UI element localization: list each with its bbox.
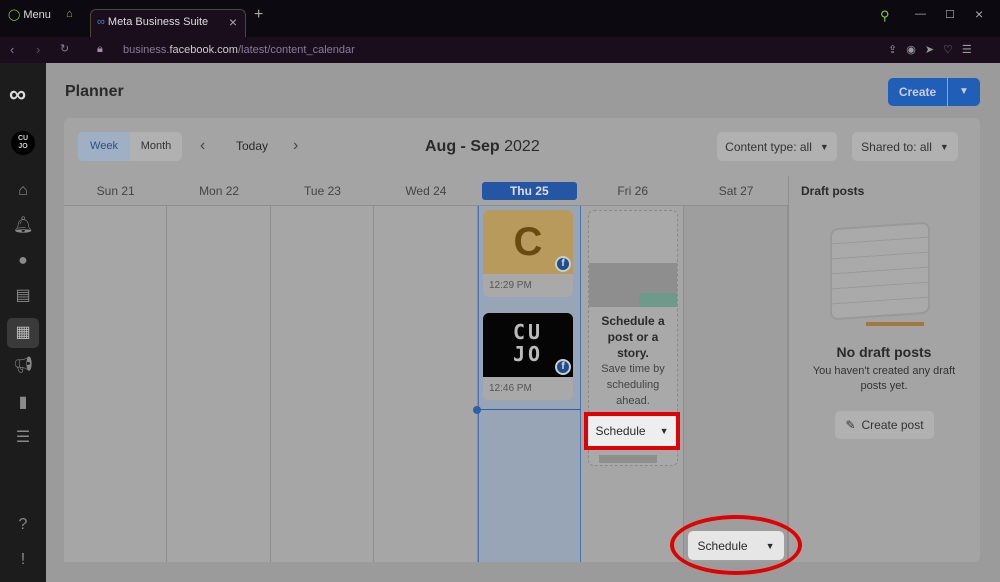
caret-down-icon: ▼ xyxy=(659,426,669,436)
current-time-dot xyxy=(473,406,481,414)
day-label: Mon 22 xyxy=(199,184,240,198)
inbox-icon[interactable]: ● xyxy=(13,251,33,271)
day-label: Fri 26 xyxy=(617,184,649,198)
edit-icon: ✎ xyxy=(845,418,856,432)
content-type-filter[interactable]: Content type: all ▼ xyxy=(717,132,837,161)
scheduled-post[interactable]: CU JO f 12:46 PM xyxy=(483,313,573,400)
empty-body: You haven't created any draft posts yet. xyxy=(812,365,956,392)
day-header: Tue 23 xyxy=(270,176,375,206)
insights-icon[interactable]: ▮ xyxy=(13,393,33,413)
forward-icon[interactable]: › xyxy=(36,42,40,57)
caret-down-icon: ▼ xyxy=(939,141,949,152)
promo-title: Schedule a post or a story. xyxy=(601,314,665,360)
menu-icon[interactable]: ☰ xyxy=(13,428,33,448)
caret-down-icon: ▼ xyxy=(819,141,829,152)
lock-icon: 🔒︎ xyxy=(97,43,103,55)
back-icon[interactable]: ‹ xyxy=(10,42,14,57)
day-column[interactable] xyxy=(270,206,375,562)
create-dropdown-icon[interactable]: ▼ xyxy=(948,78,980,106)
facebook-icon: f xyxy=(555,256,571,272)
facebook-icon: f xyxy=(555,359,571,375)
month-button[interactable]: Month xyxy=(130,132,182,161)
day-column[interactable] xyxy=(374,206,478,562)
day-column[interactable] xyxy=(167,206,271,562)
schedule-button-bottom[interactable]: Schedule ▼ xyxy=(688,531,784,560)
avatar[interactable]: CU JO xyxy=(11,131,35,155)
ads-icon[interactable]: 📢︎ xyxy=(13,356,33,376)
home-icon[interactable]: ⌂ xyxy=(13,181,33,201)
schedule-button[interactable]: Schedule ▼ xyxy=(584,412,680,450)
address-bar: ‹ › ↻ 🔒︎ business.facebook.com/latest/co… xyxy=(0,37,1000,63)
tab-meta-business-suite[interactable]: ∞ Meta Business Suite × xyxy=(90,9,246,37)
day-label: Sun 21 xyxy=(96,184,135,198)
horizontal-scrollbar[interactable] xyxy=(599,455,657,463)
day-column[interactable] xyxy=(64,206,168,562)
planner-icon[interactable]: ▦ xyxy=(7,318,39,348)
day-label: Sat 27 xyxy=(718,184,754,198)
view-toggle: Week Month xyxy=(78,132,182,161)
week-button[interactable]: Week xyxy=(78,132,130,161)
day-header: Fri 26 xyxy=(581,176,685,206)
meta-logo-icon[interactable]: ∞ xyxy=(9,81,26,109)
caret-down-icon: ▼ xyxy=(765,540,775,551)
sidebar: ∞ CU JO ⌂ 🔔︎ ● ▤ ▦ 📢︎ ▮ ☰ ? ! xyxy=(0,63,46,582)
day-header: Sun 21 xyxy=(64,176,168,206)
close-window-icon[interactable]: × xyxy=(975,6,983,22)
close-tab-icon[interactable]: × xyxy=(229,14,237,30)
meta-icon: ∞ xyxy=(97,16,105,28)
browser-tab-bar: ◯ Menu ⌂ ∞ Meta Business Suite × + ⚲ — ☐ … xyxy=(0,0,1000,37)
promo-illustration xyxy=(639,293,677,307)
browser-menu-button[interactable]: ◯ Menu xyxy=(8,8,51,21)
feedback-icon[interactable]: ! xyxy=(13,550,33,570)
drafts-illustration xyxy=(830,221,930,321)
previous-week-icon[interactable]: ‹ xyxy=(200,137,205,155)
current-time-line xyxy=(477,409,581,410)
day-label: Tue 23 xyxy=(304,184,341,198)
next-week-icon[interactable]: › xyxy=(293,137,298,155)
create-button-group: Create ▼ xyxy=(888,78,980,106)
posts-icon[interactable]: ▤ xyxy=(13,286,33,306)
search-icon[interactable]: ⚲ xyxy=(880,8,890,24)
shared-to-filter[interactable]: Shared to: all ▼ xyxy=(852,132,958,161)
day-header: Mon 22 xyxy=(167,176,271,206)
minimize-icon[interactable]: — xyxy=(915,8,926,20)
url-field[interactable]: business.facebook.com/latest/content_cal… xyxy=(123,44,355,56)
create-button[interactable]: Create xyxy=(888,78,948,106)
day-header: Wed 24 xyxy=(374,176,478,206)
pencil-illustration xyxy=(866,322,924,326)
day-label: Thu 25 xyxy=(481,182,577,200)
page-title: Planner xyxy=(65,83,124,100)
maximize-icon[interactable]: ☐ xyxy=(945,8,955,21)
reload-icon[interactable]: ↻ xyxy=(60,42,69,55)
create-post-button[interactable]: ✎ Create post xyxy=(835,411,934,439)
notifications-icon[interactable]: 🔔︎ xyxy=(13,216,33,236)
today-button[interactable]: Today xyxy=(236,139,268,153)
browser-action-icons[interactable]: ⇪◉➤♡☰ xyxy=(888,43,981,56)
day-column[interactable] xyxy=(684,206,788,562)
divider xyxy=(788,176,789,562)
opera-icon: ◯ xyxy=(8,9,21,21)
promo-body: Save time by scheduling ahead. xyxy=(601,363,665,407)
empty-title: No draft posts xyxy=(836,344,932,360)
date-range-title: Aug - Sep 2022 xyxy=(425,138,540,155)
new-tab-button[interactable]: + xyxy=(254,6,263,24)
drafts-title: Draft posts xyxy=(801,184,865,198)
day-label: Wed 24 xyxy=(405,184,447,198)
day-header: Sat 27 xyxy=(684,176,788,206)
scheduled-post[interactable]: C f 12:29 PM xyxy=(483,210,573,297)
gamepad-icon[interactable]: ⌂ xyxy=(66,8,73,20)
help-icon[interactable]: ? xyxy=(13,515,33,535)
day-header: Thu 25 xyxy=(477,176,581,206)
